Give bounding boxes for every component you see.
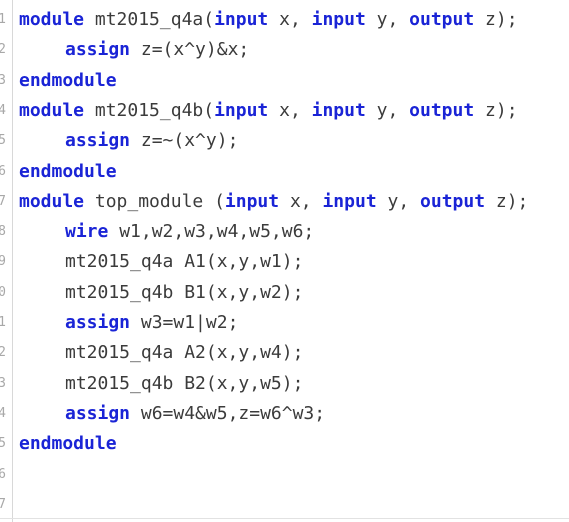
code-line[interactable]: 4 module mt2015_q4b(input x, input y, out… (0, 96, 569, 126)
line-number: 3 (0, 72, 6, 88)
code-line[interactable]: 7 module top_module (input x, input y, ou… (0, 187, 569, 217)
keyword-token: input (214, 99, 269, 121)
code-line[interactable]: 0 mt2015_q4b B1(x,y,w2); (0, 278, 569, 308)
code-token: mt2015_q4a A1(x,y,w1); (65, 251, 304, 273)
code-token: z); (474, 9, 518, 30)
line-number: 2 (0, 42, 6, 58)
code-line[interactable]: 3 mt2015_q4b B2(x,y,w5); (0, 369, 569, 399)
line-number: 6 (0, 163, 6, 179)
keyword-token: wire (65, 221, 109, 243)
code-token: y, (376, 190, 421, 212)
code-line[interactable]: 1 module mt2015_q4a(input x, input y, out… (0, 5, 569, 35)
line-number: 3 (0, 375, 6, 391)
code-token: mt2015_q4a( (84, 9, 215, 30)
code-line[interactable]: 4 assign w6=w4&w5,z=w6^w3; (0, 399, 569, 429)
line-number: 4 (0, 405, 6, 421)
line-number: 0 (0, 284, 6, 300)
keyword-token: endmodule (19, 433, 117, 455)
code-text: module top_module (input x, input y, out… (19, 187, 528, 217)
code-line[interactable]: 1 assign w3=w1|w2; (0, 308, 569, 338)
keyword-token: endmodule (19, 69, 117, 91)
code-line[interactable]: 2 assign z=(x^y)&x; (0, 35, 569, 65)
code-token: mt2015_q4a A2(x,y,w4); (65, 342, 304, 364)
code-token: mt2015_q4b B1(x,y,w2); (65, 281, 304, 303)
code-token: x, (279, 190, 323, 212)
keyword-token: output (409, 99, 475, 121)
line-number: 2 (0, 345, 6, 361)
code-token: z); (485, 190, 529, 212)
code-text: wire w1,w2,w3,w4,w5,w6; (19, 217, 314, 247)
line-number: 7 (0, 193, 6, 209)
code-text: mt2015_q4a A1(x,y,w1); (19, 247, 303, 277)
keyword-token: module (19, 9, 85, 30)
line-number: 4 (0, 102, 6, 118)
keyword-token: input (224, 190, 280, 212)
code-text: endmodule (19, 157, 117, 187)
keyword-token: assign (65, 402, 131, 424)
keyword-token: input (311, 99, 366, 121)
code-editor[interactable]: 1 module mt2015_q4a(input x, input y, out… (0, 0, 569, 522)
code-token: z=~(x^y); (130, 130, 239, 152)
code-line[interactable]: 5 endmodule (0, 429, 569, 459)
keyword-token: assign (65, 39, 131, 61)
code-token: y, (365, 99, 410, 121)
code-token: y, (365, 9, 410, 30)
code-line[interactable]: 7 (0, 490, 569, 520)
editor-bottom-border (0, 518, 569, 519)
code-text: endmodule (19, 66, 117, 96)
code-token: mt2015_q4b B2(x,y,w5); (65, 372, 304, 394)
code-token: w3=w1|w2; (130, 312, 239, 333)
code-text: assign w3=w1|w2; (19, 308, 238, 338)
code-line[interactable]: 8 wire w1,w2,w3,w4,w5,w6; (0, 217, 569, 247)
code-line[interactable]: 2 mt2015_q4a A2(x,y,w4); (0, 338, 569, 368)
line-number: 9 (0, 254, 6, 270)
line-number: 5 (0, 133, 6, 149)
line-number: 5 (0, 436, 6, 452)
code-text: endmodule (19, 429, 117, 459)
code-text: assign z=~(x^y); (19, 126, 238, 156)
line-number: 1 (0, 315, 6, 330)
code-text: mt2015_q4b B1(x,y,w2); (19, 278, 303, 308)
keyword-token: input (214, 9, 269, 30)
code-token: w1,w2,w3,w4,w5,w6; (108, 221, 315, 243)
code-text: assign z=(x^y)&x; (19, 35, 249, 65)
code-text: mt2015_q4a A2(x,y,w4); (19, 338, 303, 368)
keyword-token: module (19, 190, 85, 212)
line-number: 1 (0, 12, 6, 27)
code-text: assign w6=w4&w5,z=w6^w3; (19, 399, 325, 429)
code-line[interactable]: 6 (0, 460, 569, 490)
code-token: w6=w4&w5,z=w6^w3; (130, 402, 326, 424)
line-number: 8 (0, 224, 6, 240)
code-line[interactable]: 6 endmodule (0, 157, 569, 187)
keyword-token: output (409, 9, 475, 30)
code-token: mt2015_q4b( (84, 99, 215, 121)
code-token: x, (268, 9, 312, 30)
keyword-token: module (19, 99, 85, 121)
code-text: mt2015_q4b B2(x,y,w5); (19, 369, 303, 399)
code-text: module mt2015_q4b(input x, input y, outp… (19, 96, 518, 126)
keyword-token: input (322, 190, 377, 212)
code-text: module mt2015_q4a(input x, input y, outp… (19, 5, 518, 35)
code-token: x, (268, 99, 312, 121)
keyword-token: assign (65, 130, 131, 152)
code-line[interactable]: 9 mt2015_q4a A1(x,y,w1); (0, 247, 569, 277)
code-line[interactable]: 5 assign z=~(x^y); (0, 126, 569, 156)
keyword-token: output (420, 190, 486, 212)
line-number: 6 (0, 466, 6, 482)
line-number: 7 (0, 496, 6, 512)
keyword-token: assign (65, 312, 131, 333)
code-token: top_module ( (84, 190, 225, 212)
code-line[interactable]: 3 endmodule (0, 66, 569, 96)
keyword-token: input (311, 9, 366, 30)
keyword-token: endmodule (19, 160, 117, 182)
code-token: z=(x^y)&x; (130, 39, 250, 61)
code-token: z); (474, 99, 518, 121)
